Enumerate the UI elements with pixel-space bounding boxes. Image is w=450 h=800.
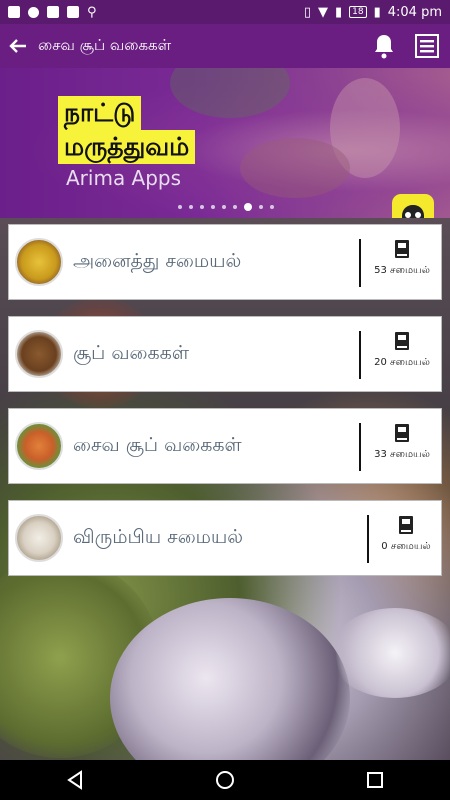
system-nav-bar	[0, 760, 450, 800]
record-notification-icon	[28, 6, 39, 18]
carousel-dot[interactable]	[178, 205, 182, 209]
home-circle-icon[interactable]	[215, 770, 235, 790]
battery-level: 18	[349, 6, 367, 18]
recipe-count-block: 33 சமையல்	[367, 423, 437, 461]
dal-thumbnail	[15, 238, 63, 286]
bell-icon[interactable]	[372, 33, 396, 59]
book-icon	[395, 424, 409, 442]
page-title: சைவ சூப் வகைகள்	[38, 36, 172, 54]
book-icon	[395, 240, 409, 258]
recipe-count-block: 0 சமையல்	[371, 515, 441, 553]
app-bar: சைவ சூப் வகைகள்	[0, 24, 450, 68]
cream-soup-thumbnail	[15, 514, 63, 562]
signal-icon: ▮	[334, 4, 343, 20]
clock: 4:04 pm	[387, 4, 442, 20]
banner-subtitle: Arima Apps	[66, 166, 182, 190]
carousel-dot[interactable]	[233, 205, 237, 209]
card-divider	[359, 331, 361, 379]
back-triangle-icon[interactable]	[65, 770, 85, 790]
carousel-dot[interactable]	[211, 205, 215, 209]
veg-soup-thumbnail	[15, 422, 63, 470]
recipe-count: 0 சமையல்	[381, 541, 431, 552]
category-title: சூப் வகைகள்	[73, 341, 189, 364]
vibrate-icon: ▯	[303, 4, 311, 20]
category-title: அனைத்து சமையல்	[73, 249, 242, 272]
card-divider	[359, 423, 361, 471]
usb-icon: ⚲	[87, 4, 97, 20]
carousel-dot[interactable]	[189, 205, 193, 209]
carousel-dot[interactable]	[200, 205, 204, 209]
recipe-count: 20 சமையல்	[374, 357, 430, 368]
recipe-count: 53 சமையல்	[374, 265, 430, 276]
category-card-favorites[interactable]: விரும்பிய சமையல் 0 சமையல்	[8, 500, 442, 576]
onion-decoration-2	[330, 608, 450, 698]
image-notification-icon-2	[47, 6, 59, 18]
status-bar: ⚲ ▯ ▼ ▮ 18 ▮ 4:04 pm	[0, 0, 450, 24]
wifi-icon: ▼	[317, 4, 328, 20]
recipe-count: 33 சமையல்	[374, 449, 430, 460]
carousel-dot[interactable]	[259, 205, 263, 209]
list-icon[interactable]	[414, 33, 440, 59]
category-card-veg-soups[interactable]: சைவ சூப் வகைகள் 33 சமையல்	[8, 408, 442, 484]
bowl-decoration	[240, 138, 350, 198]
carousel-dot[interactable]	[222, 205, 226, 209]
recents-square-icon[interactable]	[365, 770, 385, 790]
card-divider	[359, 239, 361, 287]
promo-banner[interactable]: நாட்டு மருத்துவம் Arima Apps	[0, 68, 450, 218]
arrow-left-icon	[9, 39, 26, 53]
category-list-area: அனைத்து சமையல் 53 சமையல் சூப் வகைகள் 20 …	[0, 218, 450, 760]
assistant-button[interactable]	[392, 194, 434, 218]
robot-icon	[402, 205, 424, 218]
category-card-soup-types[interactable]: சூப் வகைகள் 20 சமையல்	[8, 316, 442, 392]
category-title: விரும்பிய சமையல்	[73, 525, 244, 548]
carousel-dot-active[interactable]	[244, 203, 252, 211]
recipe-count-block: 53 சமையல்	[367, 239, 437, 277]
banner-title-line2: மருத்துவம்	[58, 130, 196, 164]
category-title: சைவ சூப் வகைகள்	[73, 433, 242, 456]
banner-title-line1: நாட்டு	[58, 96, 142, 130]
card-divider	[367, 515, 369, 563]
image-notification-icon-3	[67, 6, 79, 18]
book-icon	[399, 516, 413, 534]
category-card-all-recipes[interactable]: அனைத்து சமையல் 53 சமையல்	[8, 224, 442, 300]
carousel-indicator	[178, 203, 274, 211]
herb-decoration	[170, 68, 290, 118]
recipe-count-block: 20 சமையல்	[367, 331, 437, 369]
soup-thumbnail	[15, 330, 63, 378]
carousel-dot[interactable]	[270, 205, 274, 209]
image-notification-icon	[8, 6, 20, 18]
book-icon	[395, 332, 409, 350]
back-button[interactable]	[0, 36, 36, 56]
battery-icon: ▮	[373, 4, 381, 20]
